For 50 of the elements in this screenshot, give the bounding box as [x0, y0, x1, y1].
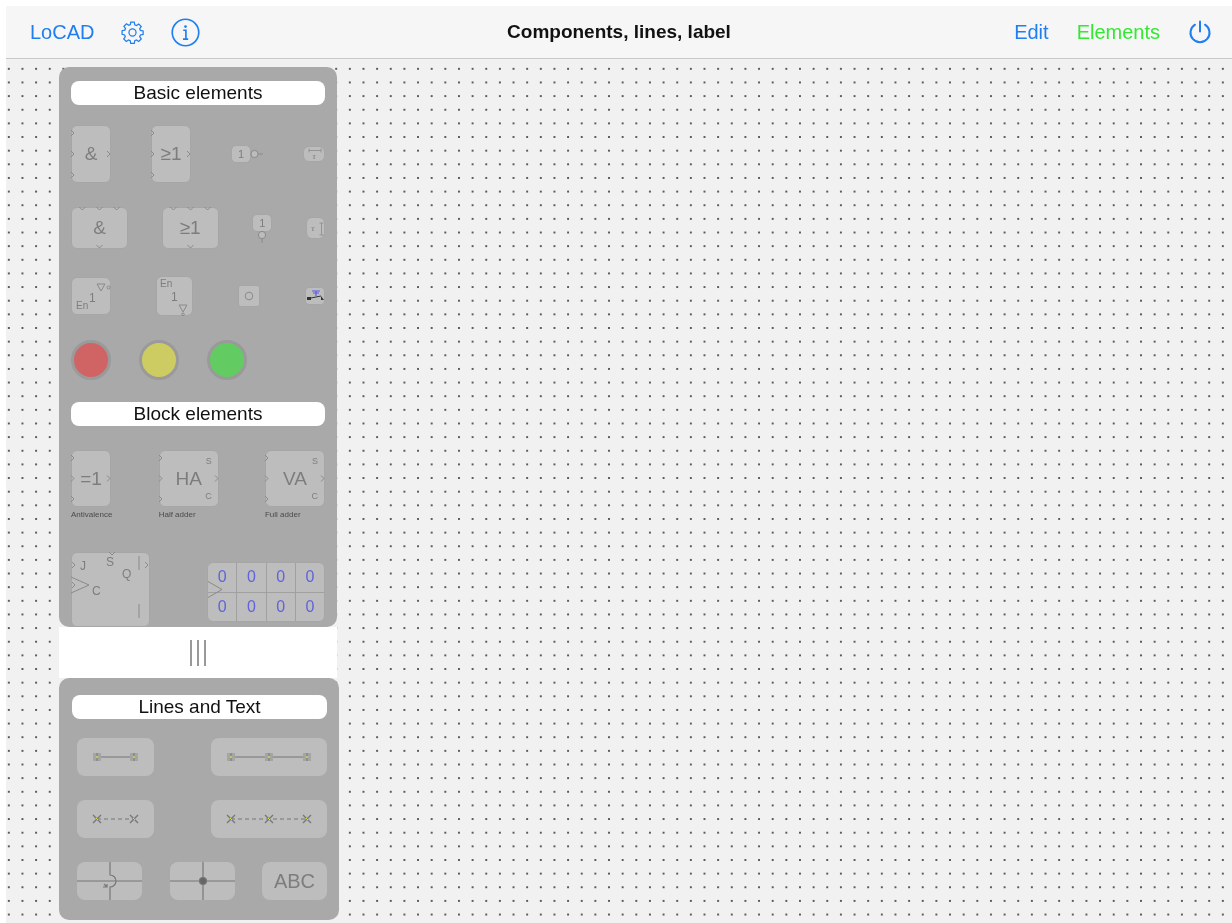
section-header: Block elements — [71, 402, 325, 426]
lamp-indicator[interactable] — [139, 340, 179, 381]
settings-icon[interactable] — [120, 19, 146, 45]
line-icon — [226, 750, 312, 764]
switch-tile[interactable] — [305, 286, 325, 305]
triangle-icon — [96, 282, 111, 292]
line-crossing-tile[interactable] — [77, 862, 142, 900]
logic-gate-tile[interactable]: ≥1 — [151, 125, 191, 184]
line-tile[interactable] — [211, 738, 327, 776]
register-tile[interactable]: 0 0 0 0 0 0 0 0 — [207, 562, 325, 622]
section-header: Lines and Text — [72, 695, 327, 719]
circle-icon — [244, 290, 254, 301]
element-caption: Full adder — [265, 510, 302, 519]
toolbar-button[interactable]: Edit — [1014, 20, 1049, 44]
lamp-indicator[interactable] — [71, 340, 111, 381]
logic-gate-tile[interactable]: ≥1 — [161, 207, 219, 250]
line-crossing-icon — [77, 862, 142, 900]
lamp-indicator[interactable] — [207, 340, 247, 381]
clock-input-icon — [208, 581, 223, 598]
flipflop-tile[interactable]: J S C Q — [71, 552, 150, 627]
pin-markers-icon — [71, 552, 150, 618]
app-name-link[interactable]: LoCAD — [30, 20, 95, 44]
line-tile[interactable] — [77, 738, 154, 776]
switch-icon — [306, 288, 324, 303]
logic-gate-tile[interactable]: & — [71, 207, 128, 250]
dashed-line-icon — [226, 812, 312, 826]
line-junction-icon — [169, 862, 235, 900]
duration-bar-icon — [308, 148, 322, 154]
info-icon[interactable] — [171, 17, 201, 47]
text-label-tile[interactable]: ABC — [262, 862, 327, 900]
dashed-line-tile[interactable] — [211, 800, 327, 838]
power-icon[interactable] — [1188, 19, 1212, 45]
duration-bar-icon — [318, 222, 324, 237]
inverter-bubble-icon — [257, 230, 268, 243]
dashed-line-icon — [92, 812, 139, 826]
element-caption: Half adder — [158, 510, 197, 519]
logic-gate-tile[interactable]: & — [71, 125, 111, 184]
enable-gate-tile[interactable]: 1 En — [156, 275, 193, 316]
triangle-icon — [178, 303, 189, 316]
dashed-line-tile[interactable] — [77, 800, 154, 838]
toolbar-button[interactable]: Elements — [1076, 20, 1160, 44]
window-title: Components, lines, label — [507, 21, 731, 43]
element-caption: Antivalence — [71, 510, 113, 519]
grip-handle-icon[interactable] — [188, 639, 208, 666]
inverter-bubble-icon — [250, 149, 263, 160]
push-button-tile[interactable] — [238, 284, 260, 307]
line-icon — [92, 750, 139, 764]
section-header: Basic elements — [71, 81, 325, 105]
line-junction-tile[interactable] — [169, 862, 235, 900]
block-element-tile[interactable]: =1 — [71, 450, 111, 507]
